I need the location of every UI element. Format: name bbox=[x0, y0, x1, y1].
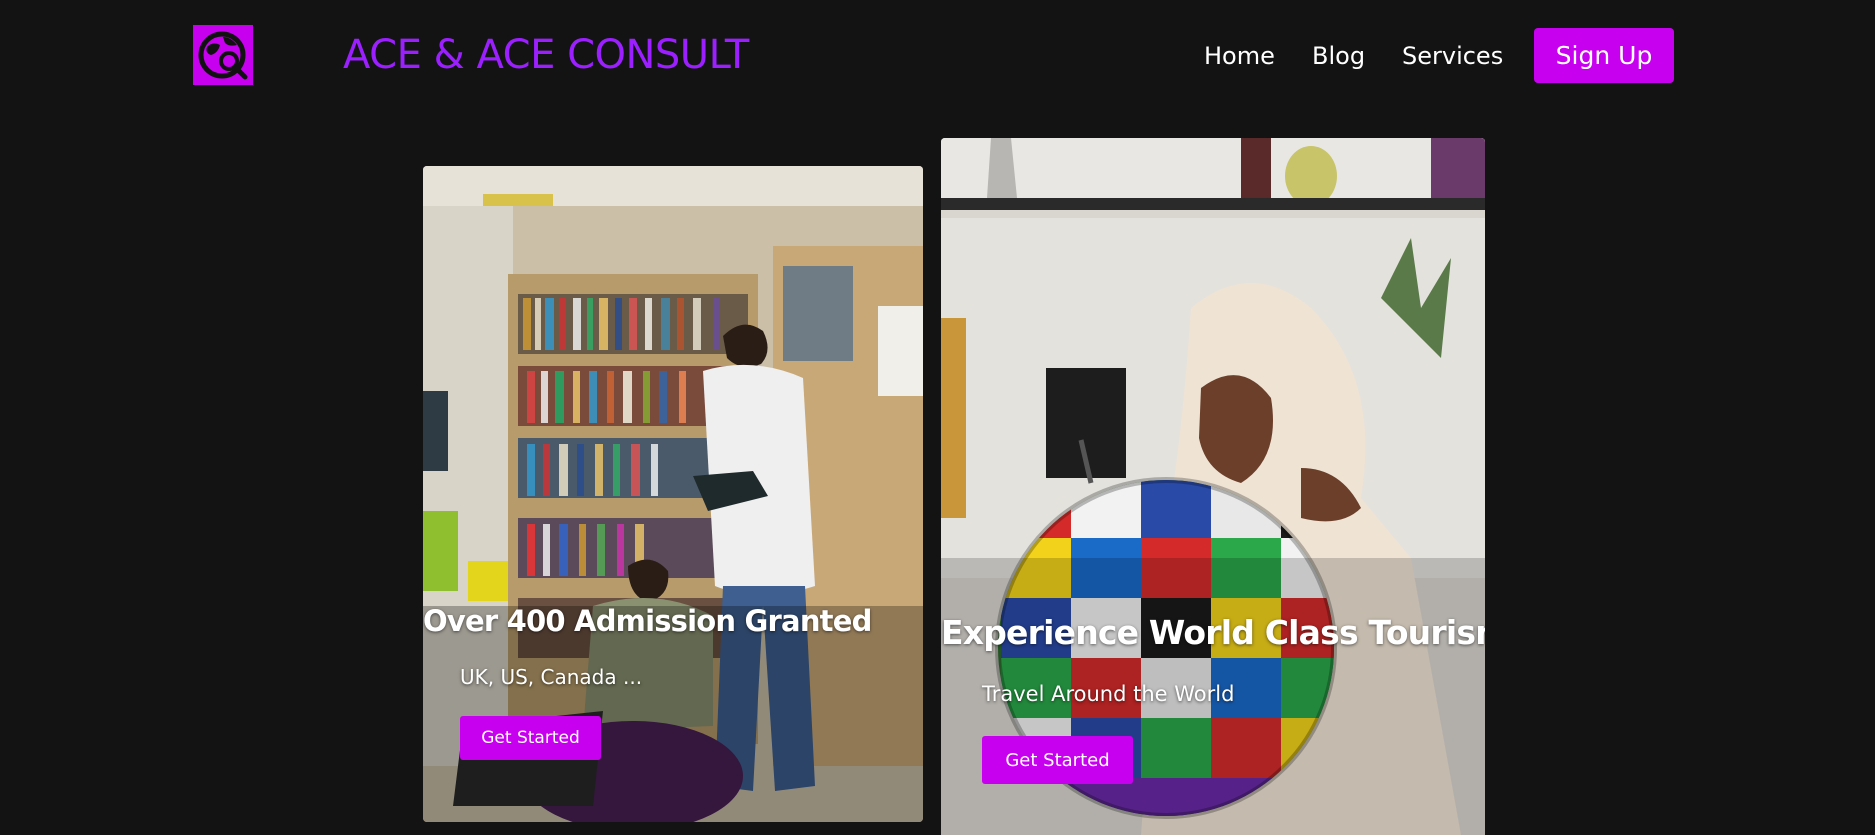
globe-image bbox=[941, 138, 1485, 835]
get-started-button[interactable]: Get Started bbox=[982, 736, 1133, 784]
get-started-button[interactable]: Get Started bbox=[460, 716, 601, 760]
card-subtitle: UK, US, Canada ... bbox=[460, 665, 643, 689]
nav-services[interactable]: Services bbox=[1402, 28, 1503, 84]
logo[interactable] bbox=[193, 25, 253, 85]
nav-home[interactable]: Home bbox=[1204, 28, 1275, 84]
brand-title: ACE & ACE CONSULT bbox=[343, 32, 749, 78]
card-title: Over 400 Admission Granted bbox=[423, 604, 872, 638]
sign-up-button[interactable]: Sign Up bbox=[1534, 28, 1674, 83]
nav-blog[interactable]: Blog bbox=[1312, 28, 1365, 84]
card-tourism: Experience World Class Tourism Travel Ar… bbox=[941, 138, 1485, 835]
card-subtitle: Travel Around the World bbox=[982, 682, 1235, 706]
globe-search-icon bbox=[198, 31, 248, 80]
card-title: Experience World Class Tourism bbox=[941, 613, 1485, 652]
card-admission: Over 400 Admission Granted UK, US, Canad… bbox=[423, 166, 923, 822]
